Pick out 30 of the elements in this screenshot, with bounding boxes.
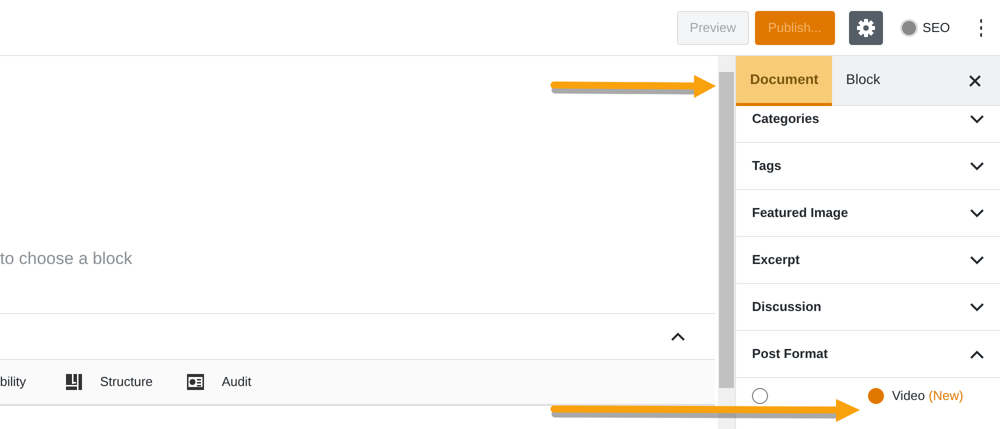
block-hint-text: to choose a block	[0, 248, 132, 270]
sidebar-tab[interactable]: Document	[736, 56, 832, 106]
seo-score-icon	[898, 18, 919, 38]
collapse-panel-icon[interactable]	[671, 332, 685, 341]
radio-button[interactable]	[868, 388, 884, 404]
scrollbar-thumb[interactable]	[719, 72, 734, 388]
section-title[interactable]: Excerpt	[752, 250, 800, 270]
chevron-icon[interactable]	[970, 302, 984, 312]
section-title[interactable]: Discussion	[752, 297, 822, 317]
chevron-icon[interactable]	[970, 350, 984, 358]
section-title[interactable]: Post Format	[752, 344, 828, 364]
settings-button[interactable]	[848, 10, 883, 44]
panel-tab[interactable]: Structure	[100, 372, 153, 392]
panel-tab[interactable]: Audit	[222, 372, 252, 392]
radio-button[interactable]	[752, 388, 768, 404]
radio-label[interactable]: Video (New)	[892, 386, 964, 406]
panel-tab[interactable]: bility	[0, 372, 26, 392]
section-title[interactable]: Categories	[752, 109, 820, 129]
section-title[interactable]: Tags	[752, 156, 782, 176]
section-title[interactable]: Featured Image	[752, 203, 848, 223]
chevron-icon[interactable]	[970, 208, 984, 218]
structure-icon	[66, 374, 82, 390]
audit-icon	[186, 374, 204, 390]
sidebar-tab[interactable]: Block	[832, 56, 894, 106]
seo-label[interactable]: SEO	[922, 18, 950, 38]
scrollbar[interactable]	[718, 56, 735, 429]
chevron-icon[interactable]	[970, 256, 984, 264]
gear-icon	[856, 18, 876, 38]
chevron-icon[interactable]	[970, 114, 984, 124]
chevron-icon[interactable]	[970, 162, 984, 170]
